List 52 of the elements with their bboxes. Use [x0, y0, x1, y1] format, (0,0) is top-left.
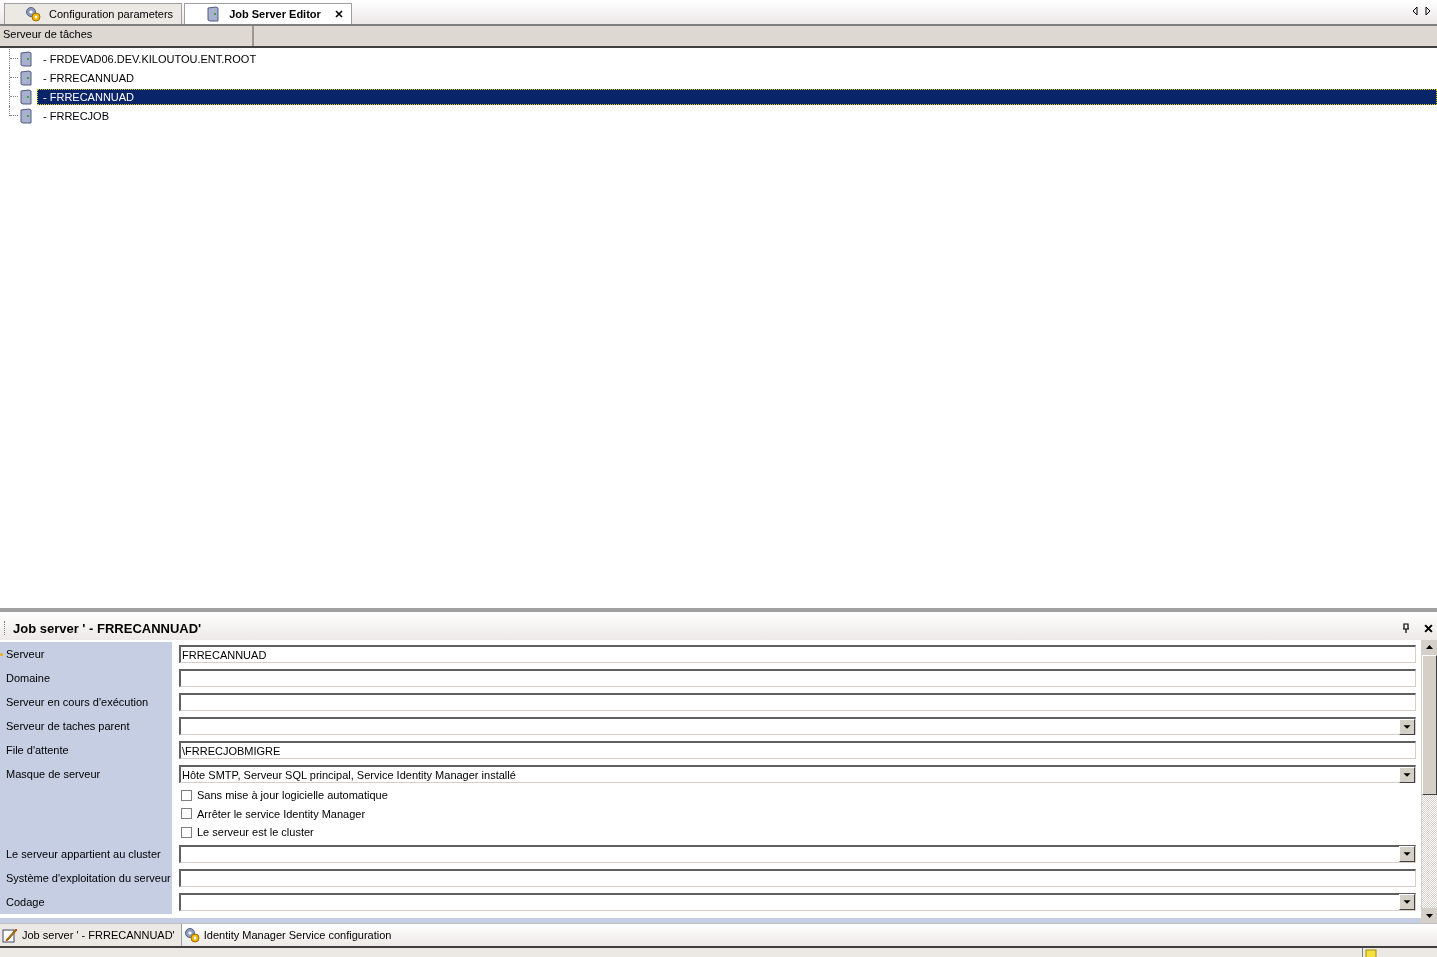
- close-icon[interactable]: [334, 10, 343, 18]
- tree-item[interactable]: - FRRECANNUAD: [37, 69, 139, 86]
- document-tab[interactable]: Configuration parameters: [4, 3, 183, 24]
- server-icon: [18, 50, 34, 67]
- dropdown-field[interactable]: [179, 717, 1416, 735]
- scroll-up-icon[interactable]: [1422, 640, 1437, 655]
- input-field[interactable]: [179, 868, 1416, 887]
- tree-item[interactable]: - FRDEVAD06.DEV.KILOUTOU.ENT.ROOT: [37, 50, 261, 67]
- document-tab[interactable]: Job Server Editor: [184, 3, 352, 24]
- server-icon: [205, 6, 222, 22]
- scroll-down-icon[interactable]: [1422, 908, 1437, 923]
- column-header[interactable]: Serveur de tâches: [0, 26, 254, 46]
- field-label: File d'attente: [6, 744, 69, 756]
- field-label: Serveur en cours d'exécution: [6, 696, 149, 708]
- bottom-tab[interactable]: Identity Manager Service configuration: [181, 924, 398, 946]
- field-label: Serveur: [6, 648, 45, 660]
- dropdown-field[interactable]: [179, 892, 1416, 911]
- checkbox[interactable]: [181, 789, 192, 801]
- gear-icon: [25, 6, 41, 22]
- server-icon: [18, 88, 34, 105]
- field-label: Domaine: [6, 672, 51, 684]
- gear-icon: [183, 927, 200, 943]
- panel-title: Job server ' - FRRECANNUAD': [13, 620, 202, 636]
- tree-item[interactable]: - FRRECJOB: [37, 107, 113, 124]
- field-label: Codage: [6, 895, 45, 908]
- field-label: Serveur de taches parent: [6, 720, 130, 732]
- field-label: Le serveur appartient au cluster: [6, 847, 161, 860]
- field-label: Masque de serveur: [6, 768, 101, 780]
- bottom-tab[interactable]: Job server ' - FRRECANNUAD': [0, 924, 182, 946]
- close-icon[interactable]: [1424, 623, 1433, 633]
- dropdown-field[interactable]: [179, 844, 1416, 863]
- input-field[interactable]: FRRECANNUAD: [179, 645, 1416, 663]
- scroll-left-icon[interactable]: [1411, 6, 1419, 16]
- checkbox-label[interactable]: Le serveur est le cluster: [197, 826, 314, 839]
- pencil-icon: [2, 927, 18, 943]
- scroll-right-icon[interactable]: [1424, 6, 1432, 16]
- pin-icon[interactable]: [1402, 623, 1410, 633]
- scroll-thumb[interactable]: [1422, 655, 1437, 795]
- input-field[interactable]: [179, 693, 1416, 711]
- vertical-scrollbar[interactable]: [1421, 640, 1437, 923]
- input-field[interactable]: [179, 669, 1416, 687]
- server-icon: [18, 69, 34, 86]
- server-icon: [18, 107, 34, 124]
- field-label: Système d'exploitation du serveur: [6, 871, 171, 884]
- input-field[interactable]: \FRRECJOBMIGRE: [179, 741, 1416, 759]
- checkbox-label[interactable]: Arrêter le service Identity Manager: [197, 807, 366, 820]
- checkbox-label[interactable]: Sans mise à jour logicielle automatique: [197, 789, 388, 802]
- dropdown-field[interactable]: Hôte SMTP, Serveur SQL principal, Service Identity Manager installé: [179, 765, 1416, 783]
- checkbox[interactable]: [181, 826, 192, 838]
- checkbox[interactable]: [181, 808, 192, 820]
- tree-item[interactable]: - FRRECANNUAD: [37, 88, 1437, 105]
- required-marker-icon: [0, 652, 3, 656]
